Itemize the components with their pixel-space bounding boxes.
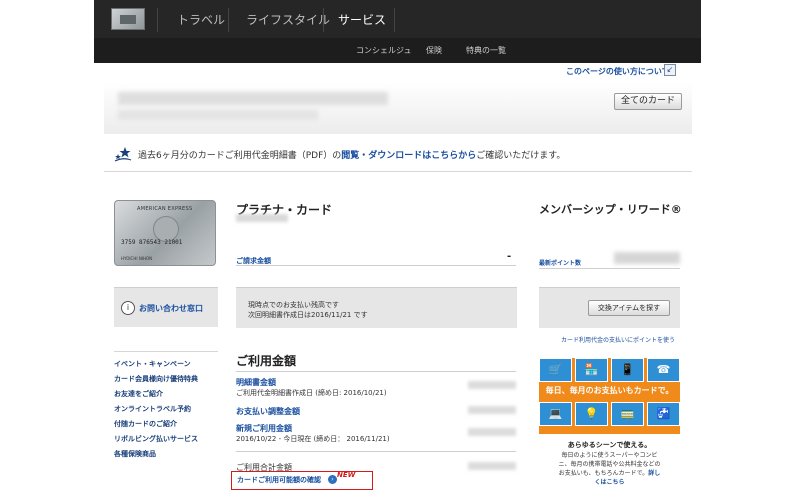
computer-icon: 💻 [539, 402, 572, 426]
promo-details-link[interactable]: 詳し [648, 470, 660, 477]
statement-date-text: ご利用代金明細書作成日 (締め日: 2016/10/21) [236, 389, 387, 397]
nav-divider [157, 8, 158, 32]
redacted-amount [468, 381, 516, 389]
card-image: AMERICAN EXPRESS 3759 876543 21001 HYOIC… [114, 200, 216, 266]
statement-download-link[interactable]: 閲覧・ダウンロードはこちらから [341, 151, 476, 161]
amex-logo-icon[interactable] [111, 8, 145, 30]
link-supplementary-card[interactable]: 付随カードのご紹介 [114, 419, 177, 429]
stars-icon [114, 147, 132, 162]
available-credit-link[interactable]: カードご利用可能額の確認 [237, 475, 321, 485]
redacted-name [118, 92, 388, 105]
redacted-points [614, 252, 680, 264]
promo-details-link[interactable]: くはこちら [594, 479, 624, 486]
nav-divider [394, 8, 395, 32]
next-statement-text: 次回明細書作成日は2016/11/21 です [248, 311, 368, 319]
subnav-insurance[interactable]: 保険 [426, 45, 442, 56]
nav-main-bar: トラベル ライフスタイル サービス [94, 0, 701, 38]
page-help-link[interactable]: このページの使い方について [566, 66, 670, 77]
redacted-amount [468, 462, 516, 470]
link-revolving[interactable]: リボルビング払いサービス [114, 434, 198, 444]
rewards-title: メンバーシップ・リワード® [539, 203, 682, 216]
contact-link[interactable]: お問い合わせ窓口 [139, 303, 203, 314]
promo-caption-title: あらゆるシーンで使える。 [567, 441, 652, 449]
external-arrow-icon[interactable]: ↙ [664, 64, 676, 76]
promo-caption-line: お支払いも、もちろんカードで。詳し [539, 468, 680, 477]
payment-adjust-link[interactable]: お支払い調整金額 [236, 406, 300, 417]
balance-box: 現時点でのお支払い残高です 次回明細書作成日は2016/11/21 です [236, 287, 517, 328]
promo-caption-line: 毎日のように使うスーパーやコンビ [561, 452, 658, 459]
card-brand-text: AMERICAN EXPRESS [137, 206, 193, 212]
divider [236, 265, 516, 266]
balance-text: 現時点でのお支払い残高です [248, 301, 339, 309]
link-referral[interactable]: お友達をご紹介 [114, 389, 163, 399]
pay-with-points-link[interactable]: カード利用代金の支払いにポイントを使う [561, 335, 675, 344]
link-online-travel[interactable]: オンライントラベル予約 [114, 404, 191, 414]
link-insurance[interactable]: 各種保険商品 [114, 449, 156, 459]
tab-lifestyle[interactable]: ライフスタイル [246, 11, 330, 28]
link-events[interactable]: イベント・キャンペーン [114, 359, 191, 369]
arrow-right-icon[interactable]: › [328, 475, 337, 484]
lamp-icon: 💡 [575, 402, 608, 426]
divider [236, 451, 516, 452]
promo-caption-text: お支払いも、もちろんカードで。 [558, 470, 649, 477]
usage-title: ご利用金額 [236, 354, 297, 368]
new-usage-period-text: 2016/10/22 - 今日現在 (締め日： 2016/11/21) [236, 435, 390, 443]
promo-caption-line: ニ、毎月の携帯電話や公共料金などの [558, 461, 661, 468]
new-badge: NEW [337, 471, 356, 479]
divider [104, 171, 692, 172]
card-number-text: 3759 876543 21001 [121, 239, 183, 246]
telephone-icon: ☎ [647, 358, 680, 382]
divider [236, 371, 516, 372]
points-label: 最新ポイント数 [539, 260, 582, 267]
link-member-benefits[interactable]: カード会員様向け優待特典 [114, 374, 198, 384]
notice-suffix: ご確認いただけます。 [476, 151, 566, 161]
statement-notice: 過去6ヶ月分のカードご利用代金明細書（PDF）の閲覧・ダウンロードはこちらからご… [138, 148, 565, 161]
info-icon: i [121, 301, 135, 315]
promo-band-text: 毎日、毎月のお支払いもカードで。 [539, 382, 680, 400]
subnav-concierge[interactable]: コンシェルジュ [356, 45, 411, 56]
nav-divider [323, 8, 324, 32]
divider [114, 351, 218, 352]
promo-caption-line: くはこちら [539, 477, 680, 486]
statement-amount-link[interactable]: 明細書金額 [236, 377, 276, 388]
exchange-box: 交換アイテムを探す [539, 287, 680, 328]
train-icon: 🚃 [611, 402, 644, 426]
all-cards-button[interactable]: 全てのカード [614, 93, 682, 110]
tab-service[interactable]: サービス [338, 11, 386, 28]
find-exchange-items-button[interactable]: 交換アイテムを探す [588, 300, 670, 316]
shopping-cart-icon: 🛒 [539, 358, 572, 382]
divider [539, 268, 680, 269]
notice-prefix: 過去6ヶ月分のカードご利用代金明細書（PDF）の [138, 151, 342, 161]
account-header: 全てのカード [104, 82, 692, 134]
redacted-details [118, 110, 318, 120]
mobile-phone-icon: 📱 [611, 358, 644, 382]
redacted-amount [468, 428, 516, 436]
subnav-benefits-list[interactable]: 特典の一覧 [466, 45, 506, 56]
redacted-amount [468, 406, 516, 414]
bill-amount-value: - [507, 251, 512, 262]
water-icon: 🚰 [647, 402, 680, 426]
new-usage-link[interactable]: 新規ご利用金額 [236, 423, 292, 434]
contact-box[interactable]: i お問い合わせ窓口 [114, 287, 218, 327]
nav-divider [228, 8, 229, 32]
tab-travel[interactable]: トラベル [177, 11, 225, 28]
card-holder-text: HYOICHI NIHON [121, 256, 153, 261]
redacted-card-number [236, 214, 288, 222]
store-icon: 🏪 [575, 358, 608, 382]
promo-banner[interactable]: 🛒 🏪 📱 ☎ 毎日、毎月のお支払いもカードで。 💻 💡 🚃 🚰 [539, 358, 680, 434]
